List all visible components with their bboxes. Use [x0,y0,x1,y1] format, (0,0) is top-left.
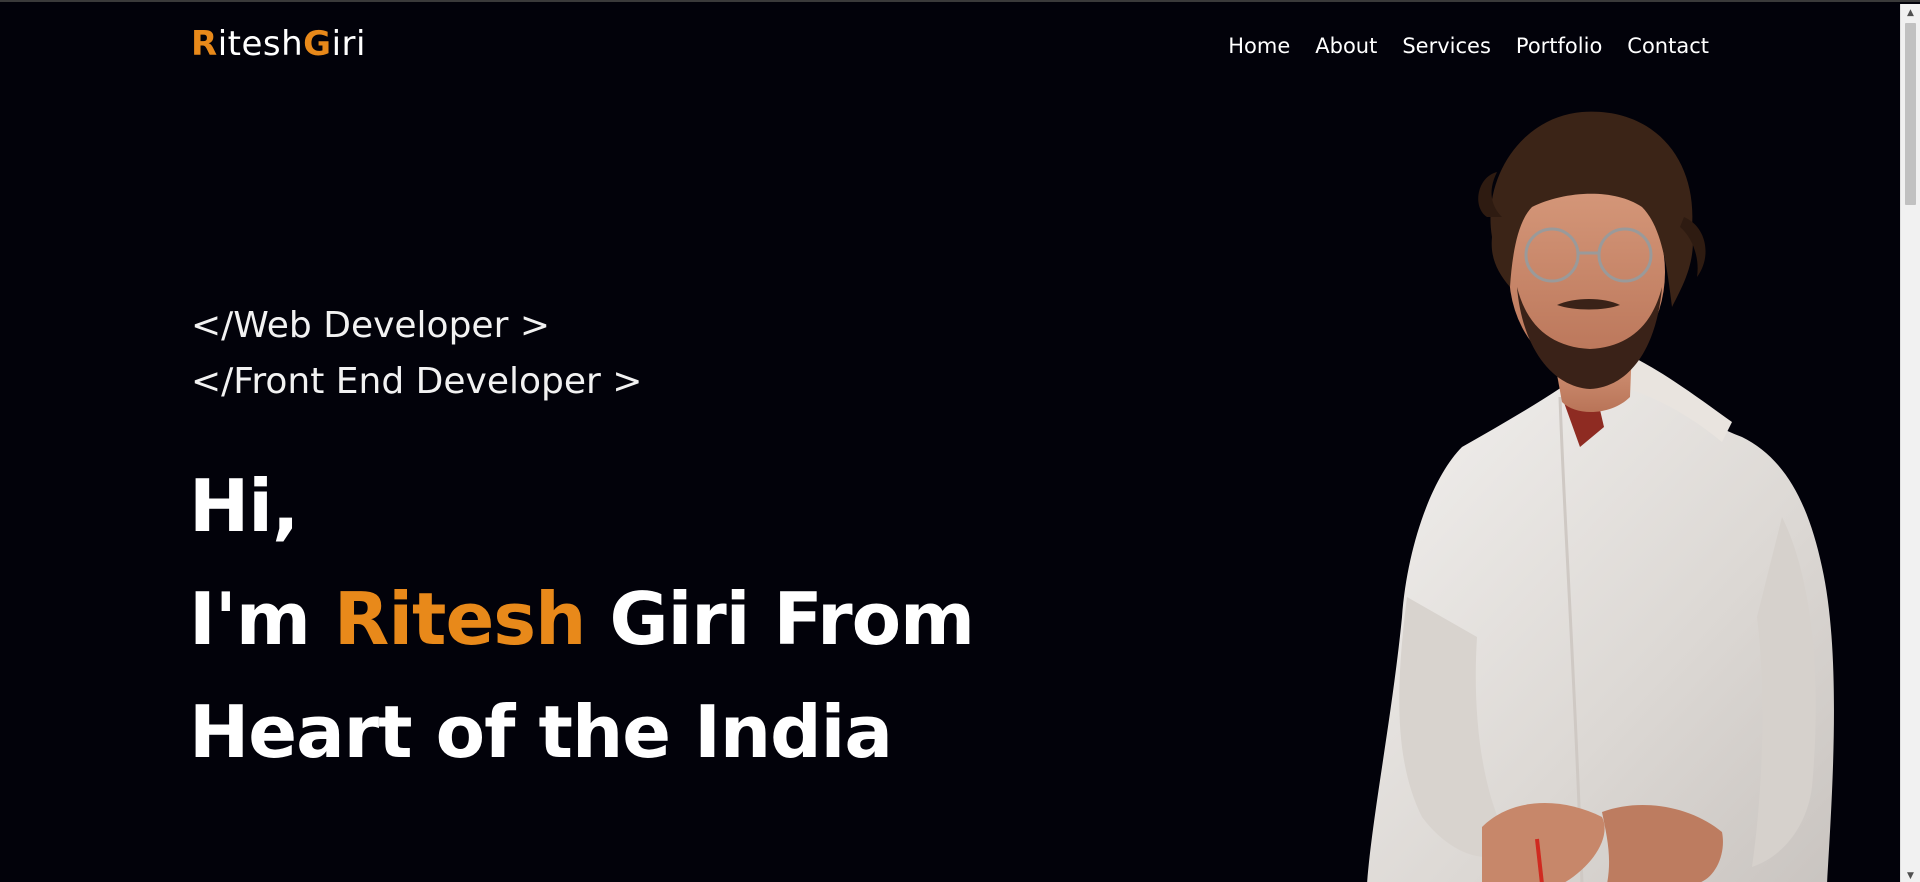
hero-greeting: Hi, [189,464,299,548]
hero-heading: Hi, I'm Ritesh Giri From Heart of the In… [189,450,975,789]
scroll-down-arrow-icon[interactable]: ▼ [1901,867,1920,882]
role-list: </Web Developer > </Front End Developer … [191,298,642,410]
portfolio-page: RiteshGiri Home About Services Portfolio… [0,0,1920,882]
logo-itesh: itesh [217,24,304,64]
nav-services[interactable]: Services [1402,34,1491,58]
site-logo[interactable]: RiteshGiri [191,24,366,64]
role-web-developer: </Web Developer > [191,305,550,346]
portrait-photo [1367,111,1834,882]
nav-home[interactable]: Home [1228,34,1290,58]
logo-g-letter: G [303,24,332,64]
hero-tagline: Heart of the India [189,690,893,774]
page-scrollbar[interactable]: ▲ ▼ [1900,4,1920,882]
hero-first-name: Ritesh [333,577,586,661]
hero-intro-line: I'm Ritesh Giri From [189,563,975,676]
role-front-end-developer: </Front End Developer > [191,361,643,402]
nav-contact[interactable]: Contact [1627,34,1709,58]
main-nav: Home About Services Portfolio Contact [1228,34,1709,58]
logo-iri: iri [331,24,366,64]
nav-portfolio[interactable]: Portfolio [1516,34,1602,58]
scrollbar-thumb[interactable] [1905,23,1916,205]
hero-intro-suffix: Giri From [585,577,975,661]
logo-r-letter: R [191,24,218,64]
nav-about[interactable]: About [1315,34,1377,58]
hero-intro-prefix: I'm [189,577,334,661]
scroll-up-arrow-icon[interactable]: ▲ [1901,4,1920,21]
